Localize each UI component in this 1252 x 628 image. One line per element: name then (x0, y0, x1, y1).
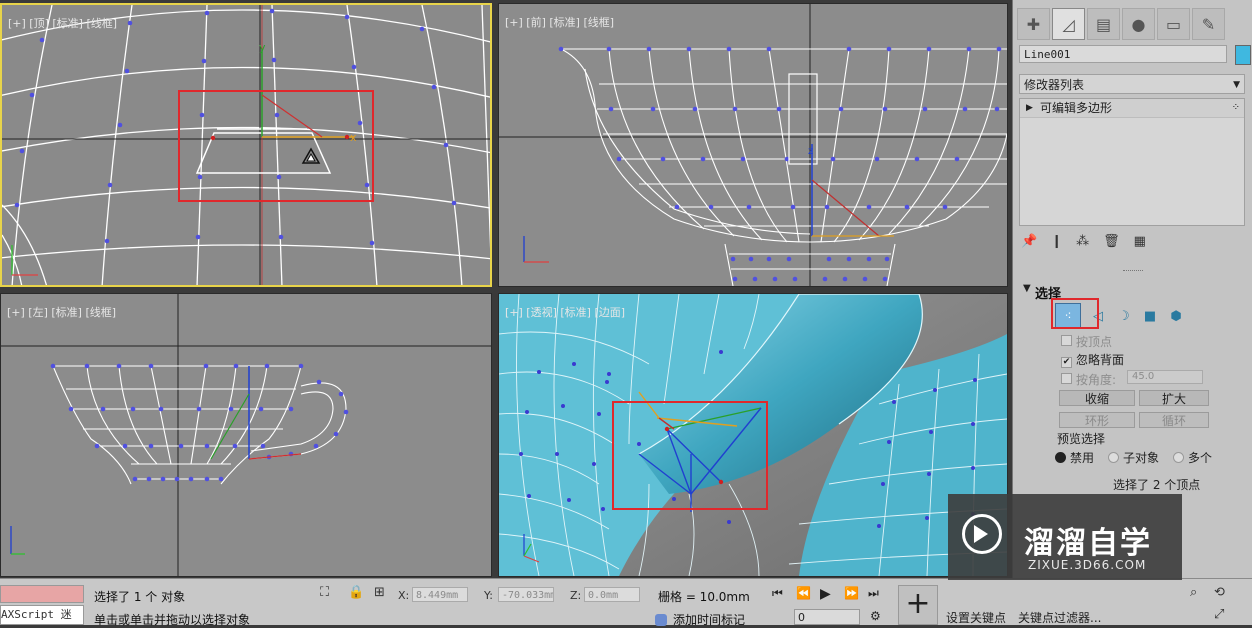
y-coord-label: Y: (484, 589, 493, 602)
create-tab-icon[interactable]: ✚ (1017, 8, 1050, 40)
viewport-label[interactable]: [+] [透视] [标准] [边面] (505, 304, 625, 320)
object-name-field[interactable]: Line001 (1019, 45, 1227, 63)
maxscript-listener-output[interactable] (0, 585, 84, 603)
make-unique-icon[interactable]: ⁂ (1076, 234, 1089, 254)
axis-gizmo (11, 245, 38, 276)
y-coord-field[interactable]: -70.033mm (498, 587, 554, 602)
element-mode-icon[interactable]: ⬢ (1167, 307, 1185, 325)
z-coord-label: Z: (570, 589, 582, 602)
maxscript-listener-input[interactable]: AXScript 迷 (0, 605, 84, 625)
preview-subobject-radio[interactable]: 子对象 (1108, 449, 1159, 466)
modifier-list-dropdown[interactable]: 修改器列表 ▼ (1019, 74, 1245, 94)
shrink-button[interactable]: 收缩 (1059, 390, 1135, 406)
stack-item-editable-poly[interactable]: ▶ 可编辑多边形 ⁘ (1020, 99, 1244, 118)
rollout-collapse-icon[interactable]: ▼ (1023, 283, 1031, 294)
by-angle-checkbox[interactable]: 按角度: (1061, 371, 1116, 388)
set-key-button[interactable]: 设置关键点 (946, 609, 1006, 626)
perspective-teapot-mesh (499, 294, 1007, 576)
configure-modifier-sets-icon[interactable]: ▦ (1134, 234, 1146, 254)
hierarchy-tab-icon[interactable]: ▤ (1087, 8, 1120, 40)
maximize-viewport-icon[interactable]: ⤢ (1214, 607, 1224, 622)
subobject-dots-icon: ⁘ (1231, 102, 1240, 113)
axis-x-label: x (350, 131, 357, 144)
preview-multi-radio[interactable]: 多个 (1173, 449, 1212, 466)
key-filters-button[interactable]: 关键点过滤器... (1018, 609, 1101, 626)
utilities-tab-icon[interactable]: ✎ (1192, 8, 1225, 40)
modifier-stack: ▶ 可编辑多边形 ⁘ (1019, 98, 1245, 226)
left-view-mesh (1, 294, 491, 576)
x-coord-label: X: (398, 589, 410, 602)
modify-tab-icon[interactable]: ◿ (1052, 8, 1085, 40)
panel-divider[interactable] (1123, 270, 1143, 275)
by-angle-label: 按角度: (1076, 373, 1117, 387)
axis-z-label: z (808, 146, 813, 157)
polygon-mode-icon[interactable]: ■ (1141, 307, 1159, 325)
zoom-icon[interactable]: ⌕ (1190, 585, 1197, 600)
current-frame-field[interactable]: 0 (794, 609, 860, 625)
selection-count: 选择了 1 个 对象 (94, 590, 186, 604)
command-panel-tabs: ✚ ◿ ▤ ● ▭ ✎ (1017, 8, 1247, 40)
cursor-icon (301, 147, 321, 164)
time-config-icon[interactable]: ⚙ (870, 609, 881, 623)
auto-key-plus-button[interactable]: + (898, 585, 938, 625)
watermark-title: 溜溜自学 (1024, 526, 1152, 561)
prompt-line: 单击或单击并拖动以选择对象 (94, 613, 251, 627)
viewport-label[interactable]: [+] [左] [标准] [线框] (7, 304, 116, 320)
x-coord-field[interactable]: 8.449mm (412, 587, 468, 602)
by-vertex-label: 按顶点 (1076, 335, 1113, 349)
display-tab-icon[interactable]: ▭ (1157, 8, 1190, 40)
preview-disabled-radio[interactable]: 禁用 (1055, 449, 1094, 466)
viewport-top[interactable]: [+] [顶] [标准] [线框] y x (0, 3, 492, 287)
modifier-list-label: 修改器列表 (1024, 78, 1085, 92)
top-view-mesh: y x (2, 5, 490, 285)
ignore-backfacing-label: 忽略背面 (1076, 353, 1125, 367)
axis-y-label: y (259, 41, 266, 54)
status-bar: AXScript 迷 选择了 1 个 对象 单击或单击并拖动以选择对象 ⛶ 🔒 … (0, 578, 1252, 628)
ring-button[interactable]: 环形 (1059, 412, 1135, 428)
orbit-icon[interactable]: ⟲ (1214, 585, 1225, 600)
watermark-logo: 溜溜自学 ZIXUE.3D66.COM (948, 494, 1182, 580)
next-frame-icon[interactable]: ⏩ (844, 586, 859, 600)
remove-modifier-icon[interactable]: 🗑 (1103, 234, 1120, 254)
front-view-mesh: z (499, 4, 1007, 286)
absolute-mode-icon[interactable]: ⊞ (374, 585, 385, 600)
vertex-mode-highlight (1051, 298, 1099, 329)
ignore-backfacing-checkbox[interactable]: ✔ 忽略背面 (1061, 351, 1124, 368)
time-tag-icon (655, 614, 667, 626)
viewport-front[interactable]: [+] [前] [标准] [线框] z (498, 3, 1008, 287)
expand-arrow-icon[interactable]: ▶ (1026, 99, 1033, 117)
viewport-left[interactable]: [+] [左] [标准] [线框] (0, 293, 492, 577)
preview-selection-label: 预览选择 (1057, 432, 1106, 446)
go-to-end-icon[interactable]: ⏭ (868, 586, 879, 601)
isolate-selection-icon[interactable]: ⛶ (320, 585, 329, 600)
watermark-play-icon (974, 525, 988, 543)
loop-button[interactable]: 循环 (1139, 412, 1209, 428)
add-time-tag[interactable]: 添加时间标记 (655, 611, 745, 628)
selection-status: 选择了 2 个顶点 (1113, 478, 1201, 492)
watermark-url: ZIXUE.3D66.COM (1028, 558, 1147, 572)
dropdown-arrow-icon: ▼ (1233, 80, 1240, 90)
z-coord-field[interactable]: 0.0mm (584, 587, 640, 602)
stack-item-label: 可编辑多边形 (1040, 101, 1113, 115)
stack-toolbar: 📌 ❙ ⁂ 🗑 ▦ (1021, 234, 1146, 254)
by-vertex-checkbox[interactable]: 按顶点 (1061, 333, 1112, 350)
viewport-label[interactable]: [+] [顶] [标准] [线框] (8, 15, 117, 31)
previous-frame-icon[interactable]: ⏪ (796, 586, 811, 600)
show-end-result-icon[interactable]: ❙ (1051, 234, 1062, 254)
play-icon[interactable]: ▶ (820, 586, 831, 602)
lock-selection-icon[interactable]: 🔒 (348, 585, 364, 600)
motion-tab-icon[interactable]: ● (1122, 8, 1155, 40)
viewport-perspective[interactable]: [+] [透视] [标准] [边面] (498, 293, 1008, 577)
selection-rollout: ▼ 选择 ⁖ ◁ ☽ ■ ⬢ 按顶点 ✔ 忽略背面 按角度: 45.0 收缩 扩大… (1017, 279, 1247, 499)
object-color-swatch[interactable] (1235, 45, 1251, 65)
border-mode-icon[interactable]: ☽ (1115, 307, 1133, 325)
command-panel: ✚ ◿ ▤ ● ▭ ✎ Line001 修改器列表 ▼ ▶ 可编辑多边形 ⁘ 📌… (1012, 0, 1252, 578)
viewport-label[interactable]: [+] [前] [标准] [线框] (505, 14, 614, 30)
grid-size: 栅格 = 10.0mm (658, 590, 750, 604)
pin-stack-icon[interactable]: 📌 (1021, 234, 1037, 254)
grow-button[interactable]: 扩大 (1139, 390, 1209, 406)
angle-spinner[interactable]: 45.0 (1127, 370, 1203, 384)
preview-selection-radios: 禁用 子对象 多个 (1055, 449, 1212, 466)
go-to-start-icon[interactable]: ⏮ (772, 586, 783, 601)
